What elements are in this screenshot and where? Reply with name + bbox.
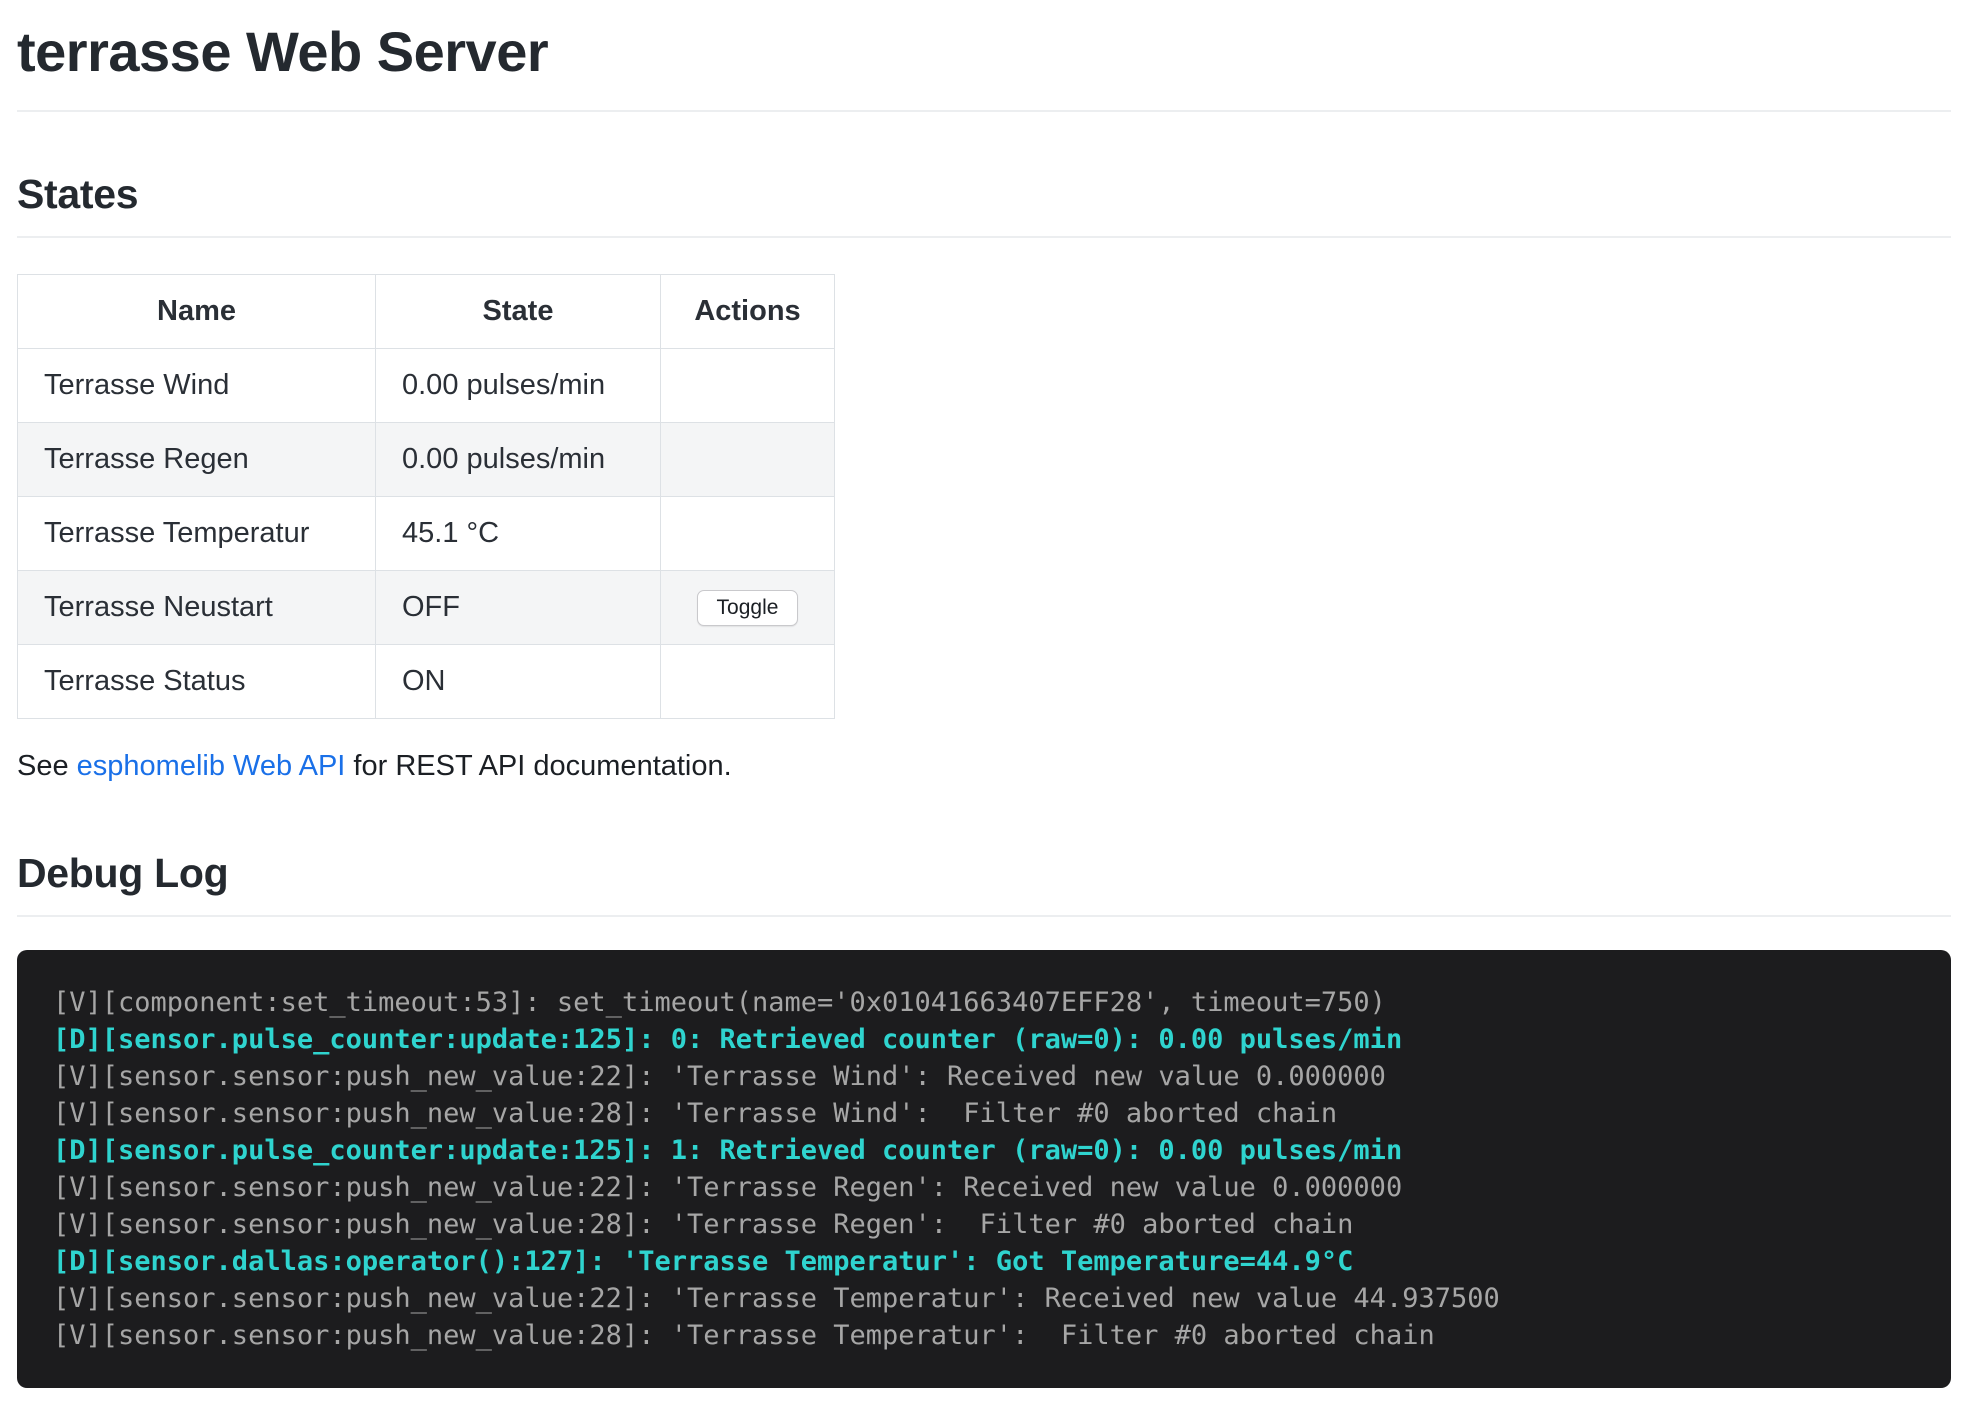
log-line: [V][sensor.sensor:push_new_value:22]: 'T… <box>53 1058 1927 1095</box>
debug-log-heading: Debug Log <box>17 849 1951 897</box>
debug-log-panel: [V][component:set_timeout:53]: set_timeo… <box>17 950 1951 1388</box>
actions-cell <box>661 497 835 571</box>
entity-state-cell: ON <box>376 645 661 719</box>
entity-name-cell: Terrasse Wind <box>18 349 376 423</box>
states-table: Name State Actions Terrasse Wind 0.00 pu… <box>17 274 835 719</box>
entity-name-cell: Terrasse Neustart <box>18 571 376 645</box>
log-line: [V][sensor.sensor:push_new_value:22]: 'T… <box>53 1280 1927 1317</box>
states-divider <box>17 236 1951 238</box>
log-line: [V][sensor.sensor:push_new_value:28]: 'T… <box>53 1095 1927 1132</box>
log-line: [V][component:set_timeout:53]: set_timeo… <box>53 984 1927 1021</box>
api-note: See esphomelib Web API for REST API docu… <box>17 749 1951 783</box>
table-row: Terrasse Temperatur 45.1 °C <box>18 497 835 571</box>
table-row: Terrasse Wind 0.00 pulses/min <box>18 349 835 423</box>
log-line: [D][sensor.pulse_counter:update:125]: 1:… <box>53 1132 1927 1169</box>
esphomelib-web-api-link[interactable]: esphomelib Web API <box>77 750 346 782</box>
api-note-suffix: for REST API documentation. <box>345 750 731 782</box>
bottom-spacer <box>17 1388 1951 1408</box>
states-table-header-row: Name State Actions <box>18 275 835 349</box>
log-line: [V][sensor.sensor:push_new_value:28]: 'T… <box>53 1206 1927 1243</box>
log-line: [D][sensor.dallas:operator():127]: 'Terr… <box>53 1243 1927 1280</box>
table-row: Terrasse Neustart OFF Toggle <box>18 571 835 645</box>
column-header-state: State <box>376 275 661 349</box>
log-line: [V][sensor.sensor:push_new_value:22]: 'T… <box>53 1169 1927 1206</box>
actions-cell: Toggle <box>661 571 835 645</box>
entity-state-cell: 0.00 pulses/min <box>376 349 661 423</box>
page-title: terrasse Web Server <box>17 20 1951 84</box>
title-divider <box>17 110 1951 112</box>
actions-cell <box>661 645 835 719</box>
actions-cell <box>661 349 835 423</box>
log-line: [D][sensor.pulse_counter:update:125]: 0:… <box>53 1021 1927 1058</box>
page: terrasse Web Server States Name State Ac… <box>0 20 1968 1408</box>
toggle-button[interactable]: Toggle <box>697 590 799 626</box>
entity-name-cell: Terrasse Temperatur <box>18 497 376 571</box>
entity-state-cell: 45.1 °C <box>376 497 661 571</box>
entity-name-cell: Terrasse Regen <box>18 423 376 497</box>
api-note-prefix: See <box>17 750 77 782</box>
actions-cell <box>661 423 835 497</box>
log-line: [V][sensor.sensor:push_new_value:28]: 'T… <box>53 1317 1927 1354</box>
entity-name-cell: Terrasse Status <box>18 645 376 719</box>
table-row: Terrasse Status ON <box>18 645 835 719</box>
debug-log-divider <box>17 915 1951 917</box>
entity-state-cell: 0.00 pulses/min <box>376 423 661 497</box>
column-header-actions: Actions <box>661 275 835 349</box>
column-header-name: Name <box>18 275 376 349</box>
states-heading: States <box>17 170 1951 218</box>
table-row: Terrasse Regen 0.00 pulses/min <box>18 423 835 497</box>
entity-state-cell: OFF <box>376 571 661 645</box>
